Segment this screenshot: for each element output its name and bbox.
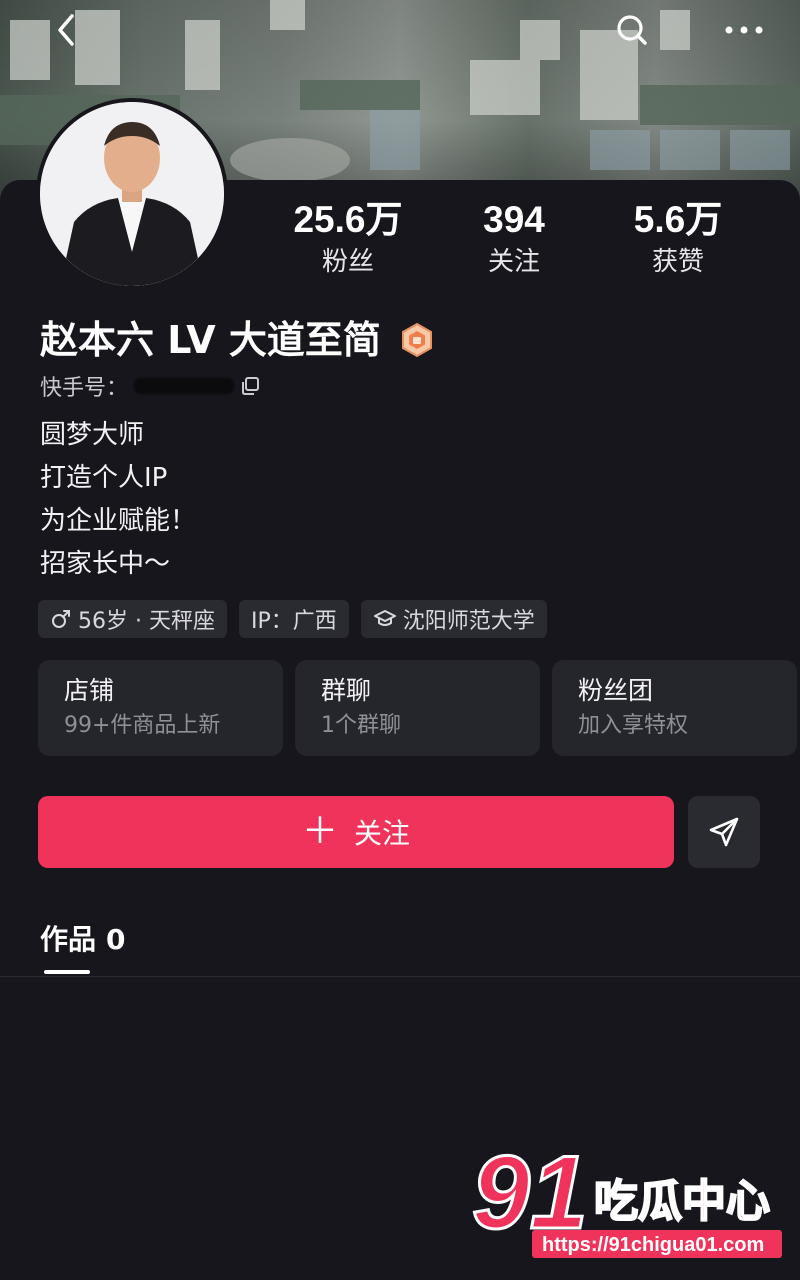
bio: 圆梦大师 打造个人IP 为企业赋能！ 招家长中～ <box>40 414 196 586</box>
following-label: 关注 <box>487 247 540 277</box>
fan-club-card-title: 粉丝团 <box>578 676 654 705</box>
tag-age-zodiac: 56岁 · 天秤座 <box>38 600 227 638</box>
fan-club-card-subtitle: 加入享特权 <box>578 713 689 738</box>
search-icon[interactable] <box>612 10 652 50</box>
tab-works-label: 作品 <box>40 923 97 956</box>
stat-following[interactable]: 394 关注 <box>424 198 604 280</box>
followers-label: 粉丝 <box>321 247 374 277</box>
send-message-button[interactable] <box>688 796 760 868</box>
group-chat-card-title: 群聊 <box>321 676 372 705</box>
watermark-logo: 91 吃瓜中心 https://91chigua01.com <box>470 1134 790 1262</box>
watermark-url: https://91chigua01.com <box>542 1234 764 1256</box>
likes-count: 5.6万 <box>633 199 723 240</box>
back-icon[interactable] <box>48 10 88 50</box>
fan-club-card[interactable]: 粉丝团 加入享特权 <box>552 660 797 756</box>
profile-name: 赵本六 LV 大道至简 <box>40 318 381 362</box>
account-id-redacted <box>134 378 235 394</box>
tag-school[interactable]: 沈阳师范大学 <box>360 600 547 638</box>
watermark-brand-text: 吃瓜中心 <box>594 1176 770 1227</box>
account-id-label: 快手号： <box>40 376 129 401</box>
stats-row: 25.6万 粉丝 394 关注 5.6万 获赞 <box>0 198 800 288</box>
tab-active-indicator <box>44 970 90 974</box>
shop-card-title: 店铺 <box>64 676 115 705</box>
graduation-cap-icon <box>373 610 396 626</box>
shop-card-subtitle: 99+件商品上新 <box>64 713 221 738</box>
bio-line: 为企业赋能！ <box>40 506 197 536</box>
level-badge-icon[interactable] <box>399 322 435 358</box>
paper-plane-icon <box>709 817 739 847</box>
follow-button-label: 关注 <box>354 817 411 850</box>
bio-line: 打造个人IP <box>40 463 168 493</box>
profile-tags: 56岁 · 天秤座 IP：广西 沈阳师范大学 <box>38 600 547 638</box>
feature-cards: 店铺 99+件商品上新 群聊 1个群聊 粉丝团 加入享特权 <box>38 660 797 756</box>
plus-icon: ＋ <box>301 811 338 852</box>
group-chat-card[interactable]: 群聊 1个群聊 <box>295 660 540 756</box>
following-count: 394 <box>483 199 545 240</box>
tag-ip-location: IP：广西 <box>238 600 349 638</box>
school-text: 沈阳师范大学 <box>402 609 535 634</box>
stat-likes[interactable]: 5.6万 获赞 <box>588 198 768 280</box>
tab-works[interactable]: 作品 0 <box>40 918 126 958</box>
male-icon <box>52 610 70 628</box>
group-chat-card-subtitle: 1个群聊 <box>321 713 401 738</box>
name-row: 赵本六 LV 大道至简 <box>40 314 435 366</box>
follow-button[interactable]: ＋ 关注 <box>38 796 674 868</box>
more-dots-icon[interactable] <box>716 10 772 50</box>
shop-card[interactable]: 店铺 99+件商品上新 <box>38 660 283 756</box>
account-id-row: 快手号： <box>40 370 260 402</box>
ip-location-text: IP：广西 <box>250 609 337 634</box>
likes-label: 获赞 <box>651 247 704 277</box>
stat-followers[interactable]: 25.6万 粉丝 <box>258 198 438 280</box>
copy-icon[interactable] <box>240 376 260 396</box>
bio-line: 圆梦大师 <box>40 420 145 450</box>
tab-divider <box>0 976 800 977</box>
followers-count: 25.6万 <box>293 199 403 240</box>
tab-works-count: 0 <box>106 923 126 956</box>
age-zodiac-text: 56岁 · 天秤座 <box>78 609 215 634</box>
bio-line: 招家长中～ <box>40 549 171 579</box>
